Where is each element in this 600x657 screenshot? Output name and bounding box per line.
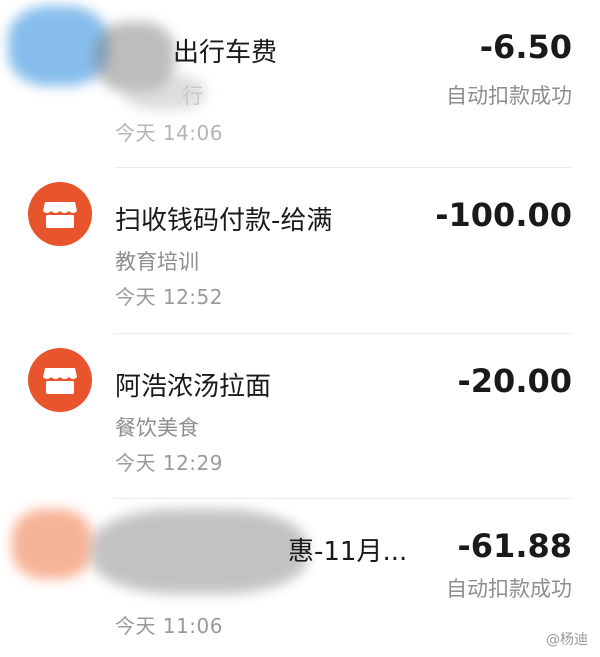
transaction-amount: -100.00: [435, 196, 572, 234]
censor-smudge-gray: [92, 509, 307, 594]
storefront-icon: [28, 348, 92, 412]
transaction-amount: -61.88: [457, 527, 573, 565]
transaction-amount: -20.00: [457, 362, 573, 400]
transaction-time: 今天 14:06: [115, 121, 223, 145]
transaction-status: 自动扣款成功: [446, 84, 572, 108]
transaction-row[interactable]: 阿浩浓汤拉面 餐饮美食 今天 12:29 -20.00: [0, 334, 600, 499]
transaction-list: 出行车费 行 -6.50 自动扣款成功 今天 14:06 扫收钱码付款-给满 教…: [0, 0, 600, 657]
transaction-row[interactable]: 扫收钱码付款-给满 教育培训 今天 12:52 -100.00: [0, 168, 600, 333]
transaction-title: 惠-11月...: [288, 537, 408, 567]
transaction-time: 今天 12:52: [115, 285, 223, 309]
transaction-title: 阿浩浓汤拉面: [115, 372, 272, 402]
transaction-category: 餐饮美食: [115, 416, 199, 440]
transaction-title: 出行车费: [173, 38, 278, 68]
transaction-category: 行: [182, 84, 203, 108]
censor-smudge-orange: [12, 509, 92, 579]
transaction-row[interactable]: 惠-11月... -61.88 自动扣款成功 今天 11:06: [0, 499, 600, 657]
transaction-status: 自动扣款成功: [446, 577, 572, 601]
censor-smudge-blue: [8, 6, 108, 86]
transaction-time: 今天 12:29: [115, 451, 223, 475]
watermark: @杨迪: [546, 632, 588, 648]
storefront-icon: [28, 182, 92, 246]
transaction-category: 教育培训: [115, 250, 199, 274]
transaction-time: 今天 11:06: [115, 614, 223, 638]
transaction-amount: -6.50: [479, 28, 572, 66]
transaction-title: 扫收钱码付款-给满: [115, 206, 333, 236]
transaction-row[interactable]: 出行车费 行 -6.50 自动扣款成功 今天 14:06: [0, 0, 600, 165]
